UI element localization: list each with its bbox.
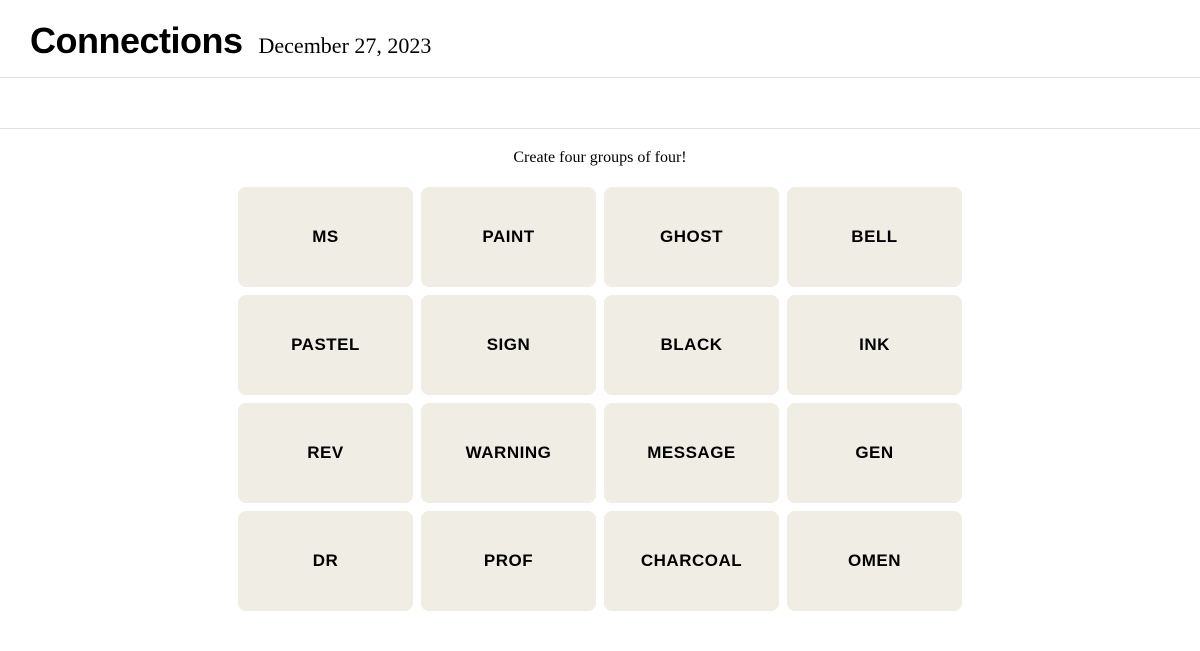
tile-label-charcoal: CHARCOAL xyxy=(641,551,742,571)
tile-message[interactable]: MESSAGE xyxy=(604,403,779,503)
tile-charcoal[interactable]: CHARCOAL xyxy=(604,511,779,611)
tile-label-ms: MS xyxy=(312,227,339,247)
tile-label-ghost: GHOST xyxy=(660,227,723,247)
tile-warning[interactable]: WARNING xyxy=(421,403,596,503)
tile-rev[interactable]: REV xyxy=(238,403,413,503)
tile-ms[interactable]: MS xyxy=(238,187,413,287)
header-date: December 27, 2023 xyxy=(259,33,432,59)
tile-sign[interactable]: SIGN xyxy=(421,295,596,395)
tile-black[interactable]: BLACK xyxy=(604,295,779,395)
tile-label-paint: PAINT xyxy=(482,227,534,247)
page-header: Connections December 27, 2023 xyxy=(0,0,1200,77)
app-title: Connections xyxy=(30,20,243,62)
tile-label-prof: PROF xyxy=(484,551,533,571)
tile-label-black: BLACK xyxy=(661,335,723,355)
tile-pastel[interactable]: PASTEL xyxy=(238,295,413,395)
tile-dr[interactable]: DR xyxy=(238,511,413,611)
tile-label-bell: BELL xyxy=(851,227,897,247)
tile-label-dr: DR xyxy=(313,551,339,571)
tile-label-gen: GEN xyxy=(855,443,893,463)
header-spacer xyxy=(0,78,1200,128)
tile-ghost[interactable]: GHOST xyxy=(604,187,779,287)
tile-label-rev: REV xyxy=(307,443,343,463)
tile-ink[interactable]: INK xyxy=(787,295,962,395)
tile-bell[interactable]: BELL xyxy=(787,187,962,287)
tile-gen[interactable]: GEN xyxy=(787,403,962,503)
tile-label-message: MESSAGE xyxy=(647,443,736,463)
tile-prof[interactable]: PROF xyxy=(421,511,596,611)
main-content: Create four groups of four! MS PAINT GHOST… xyxy=(0,129,1200,651)
tile-label-pastel: PASTEL xyxy=(291,335,360,355)
tile-label-sign: SIGN xyxy=(487,335,531,355)
tile-label-warning: WARNING xyxy=(466,443,552,463)
tile-label-ink: INK xyxy=(859,335,890,355)
game-instruction: Create four groups of four! xyxy=(513,149,686,167)
tile-grid: MS PAINT GHOST BELL PASTEL SIGN BLACK INK REV WAR… xyxy=(238,187,962,611)
tile-label-omen: OMEN xyxy=(848,551,901,571)
tile-paint[interactable]: PAINT xyxy=(421,187,596,287)
tile-omen[interactable]: OMEN xyxy=(787,511,962,611)
